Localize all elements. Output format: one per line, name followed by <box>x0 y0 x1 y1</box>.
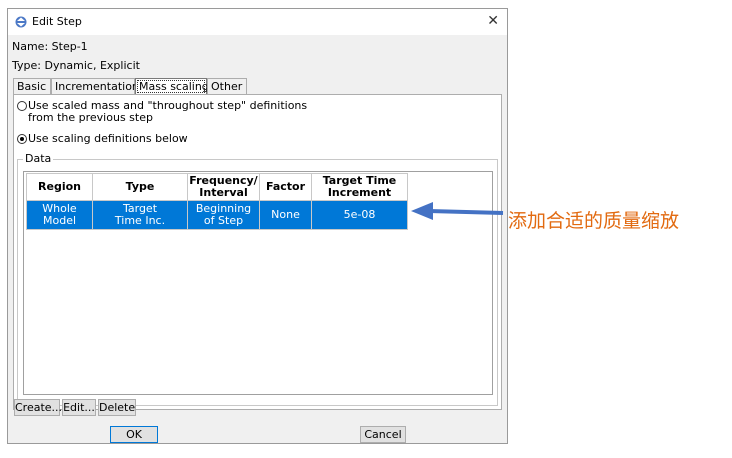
cell-type[interactable]: Target Time Inc. <box>92 200 188 230</box>
data-group-title: Data <box>23 152 54 165</box>
table-header-row: Region Type Frequency/Interval Factor Ta… <box>26 173 408 201</box>
column-header-region[interactable]: Region <box>26 173 93 201</box>
annotation-text: 添加合适的质量缩放 <box>508 210 680 232</box>
cancel-button[interactable]: Cancel <box>360 426 406 443</box>
step-icon <box>15 16 27 28</box>
delete-button[interactable]: Delete <box>98 399 136 416</box>
data-group: Data Region Type Frequency/Interval Fact… <box>17 152 498 406</box>
edit-step-dialog: Edit Step ✕ Name: Step-1 Type: Dynamic, … <box>7 8 508 444</box>
title-bar: Edit Step ✕ <box>8 9 507 35</box>
radio-previous[interactable] <box>17 101 27 111</box>
mass-scaling-panel: Use scaled mass and "throughout step" de… <box>13 94 502 410</box>
dialog-title: Edit Step <box>32 15 82 28</box>
cell-target-time[interactable]: 5e-08 <box>311 200 408 230</box>
tab-basic[interactable]: Basic <box>13 78 51 94</box>
close-icon[interactable]: ✕ <box>487 13 499 29</box>
scaling-table-grid: Region Type Frequency/Interval Factor Ta… <box>26 173 408 230</box>
tab-incrementation[interactable]: Incrementation <box>51 78 139 94</box>
cell-region[interactable]: Whole Model <box>26 200 93 230</box>
annotation-arrow-icon <box>411 202 504 220</box>
step-type-label: Type: Dynamic, Explicit <box>12 59 140 72</box>
cell-factor[interactable]: None <box>259 200 312 230</box>
step-name-label: Name: Step-1 <box>12 40 88 53</box>
tab-other[interactable]: Other <box>207 78 247 94</box>
column-header-target-time[interactable]: Target Time Increment <box>311 173 408 201</box>
table-row[interactable]: Whole Model Target Time Inc. Beginning of S… <box>26 200 408 230</box>
create-button[interactable]: Create... <box>14 399 62 416</box>
column-header-type[interactable]: Type <box>92 173 188 201</box>
cell-frequency[interactable]: Beginning of Step <box>187 200 260 230</box>
edit-button[interactable]: Edit... <box>62 399 96 416</box>
column-header-factor[interactable]: Factor <box>259 173 312 201</box>
ok-button[interactable]: OK <box>110 426 158 443</box>
option-previous-label-cont: from the previous step <box>28 111 153 124</box>
tab-mass-scaling[interactable]: Mass scaling <box>135 78 209 95</box>
radio-below[interactable] <box>17 134 27 144</box>
column-header-frequency[interactable]: Frequency/Interval <box>187 173 260 201</box>
option-below-label: Use scaling definitions below <box>28 132 188 145</box>
